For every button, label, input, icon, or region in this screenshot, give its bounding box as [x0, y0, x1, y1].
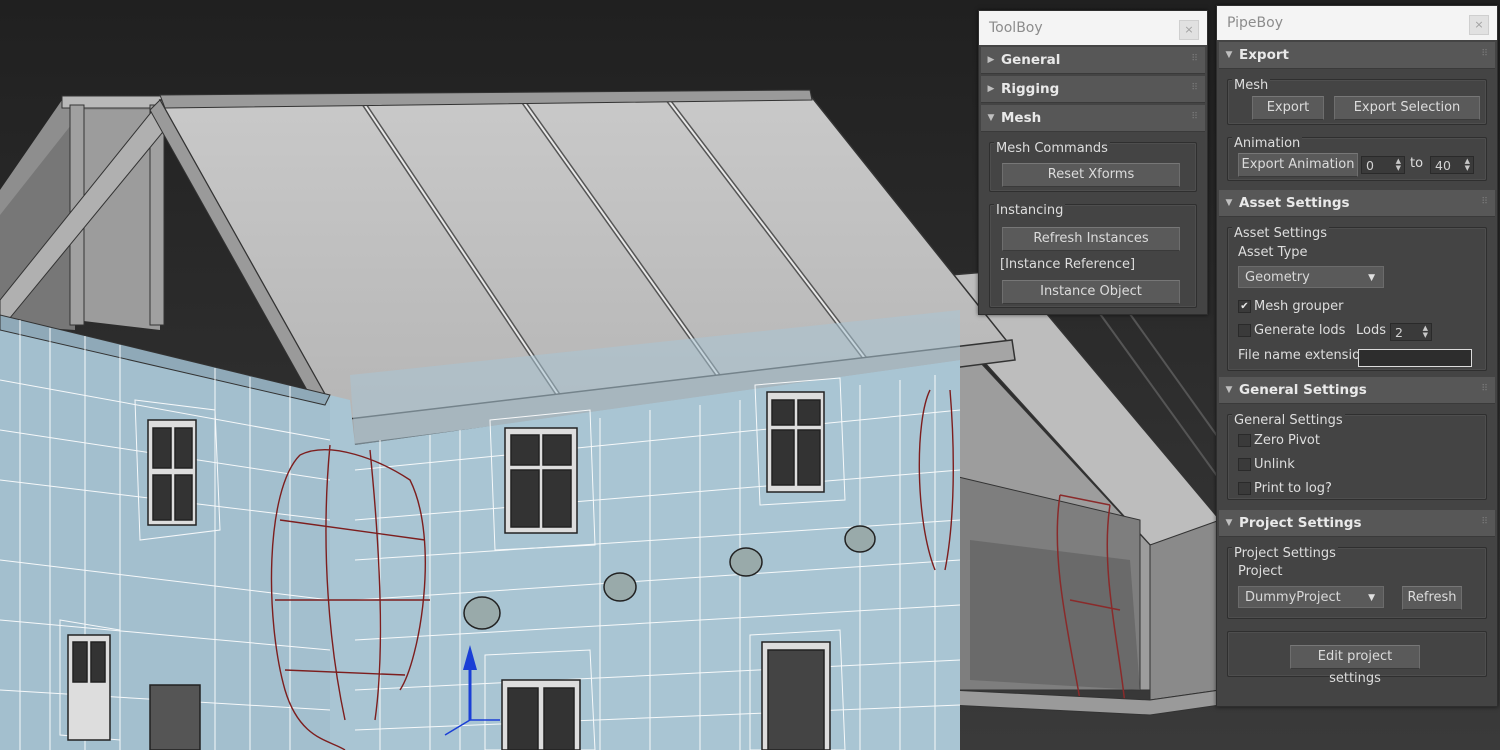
rollout-title: Mesh — [1001, 110, 1042, 126]
grip-icon[interactable]: ⠿ — [1191, 54, 1198, 64]
chevron-down-icon: ▼ — [987, 113, 995, 123]
chevron-down-icon: ▼ — [1225, 50, 1233, 60]
edit-project-group: Edit project settings — [1227, 631, 1487, 686]
toolboy-title: ToolBoy — [989, 20, 1043, 36]
file-ext-input[interactable] — [1358, 349, 1472, 367]
edit-project-settings-button[interactable]: Edit project settings — [1290, 645, 1420, 686]
refresh-project-button[interactable]: Refresh — [1402, 586, 1462, 610]
grip-icon[interactable]: ⠿ — [1481, 517, 1488, 527]
spinner-arrows-icon[interactable]: ▲ ▼ — [1423, 325, 1428, 339]
animation-export-group: Animation Export Animation 0 ▲ ▼ to 40 ▲ ▼ — [1227, 136, 1487, 181]
spinner-arrows-icon[interactable]: ▲ ▼ — [1396, 158, 1401, 172]
rollout-title: Rigging — [1001, 81, 1060, 97]
chevron-right-icon: ▶ — [987, 84, 995, 94]
mesh-commands-group: Mesh Commands Reset Xforms — [989, 141, 1197, 192]
grip-icon[interactable]: ⠿ — [1481, 197, 1488, 207]
chevron-down-icon: ▼ — [1225, 518, 1233, 528]
close-icon[interactable]: × — [1179, 20, 1199, 40]
unlink-label: Unlink — [1254, 457, 1295, 472]
spinner-value: 2 — [1395, 325, 1403, 340]
group-title: Mesh Commands — [994, 141, 1110, 156]
instancing-group: Instancing Refresh Instances [Instance R… — [989, 203, 1197, 308]
dropdown-value: Geometry — [1245, 270, 1310, 285]
toolboy-titlebar[interactable]: ToolBoy × — [979, 11, 1207, 45]
grip-icon[interactable]: ⠿ — [1481, 49, 1488, 59]
group-title: Project Settings — [1232, 546, 1338, 561]
chevron-down-icon: ▼ — [1368, 273, 1375, 283]
project-settings-group: Project Settings Project DummyProject ▼ … — [1227, 546, 1487, 619]
generate-lods-label: Generate lods — [1254, 323, 1346, 338]
group-title: Instancing — [994, 203, 1066, 218]
close-icon[interactable]: × — [1469, 15, 1489, 35]
mesh-grouper-checkbox[interactable]: ✔ — [1238, 300, 1251, 313]
rollout-rigging[interactable]: ▶ Rigging ⠿ — [981, 76, 1205, 103]
rollout-general-settings[interactable]: ▼ General Settings ⠿ — [1219, 377, 1495, 404]
instance-reference-label: [Instance Reference] — [1000, 257, 1136, 272]
group-title: Mesh — [1232, 78, 1271, 93]
rollout-title: General — [1001, 52, 1061, 68]
asset-settings-group: Asset Settings Asset Type Geometry ▼ ✔ M… — [1227, 226, 1487, 371]
lods-spinner[interactable]: 2 ▲ ▼ — [1390, 323, 1432, 341]
asset-type-label: Asset Type — [1238, 245, 1308, 260]
pipeboy-title: PipeBoy — [1227, 15, 1283, 31]
group-title: Asset Settings — [1232, 226, 1329, 241]
pipeboy-panel: PipeBoy × ▼ Export ⠿ Mesh Export Export … — [1216, 5, 1498, 707]
grip-icon[interactable]: ⠿ — [1481, 384, 1488, 394]
generate-lods-checkbox[interactable] — [1238, 324, 1251, 337]
rollout-export[interactable]: ▼ Export ⠿ — [1219, 42, 1495, 69]
rollout-title: Project Settings — [1239, 515, 1362, 531]
file-ext-label: File name extension — [1238, 348, 1369, 363]
toolboy-panel: ToolBoy × ▶ General ⠿ ▶ Rigging ⠿ ▼ Mesh… — [978, 10, 1208, 315]
grip-icon[interactable]: ⠿ — [1191, 112, 1198, 122]
rollout-project-settings[interactable]: ▼ Project Settings ⠿ — [1219, 510, 1495, 537]
lods-label: Lods — [1356, 323, 1386, 338]
spinner-value: 40 — [1435, 158, 1451, 173]
unlink-checkbox[interactable] — [1238, 458, 1251, 471]
zero-pivot-checkbox[interactable] — [1238, 434, 1251, 447]
rollout-mesh[interactable]: ▼ Mesh ⠿ — [981, 105, 1205, 132]
rollout-title: General Settings — [1239, 382, 1367, 398]
asset-type-dropdown[interactable]: Geometry ▼ — [1238, 266, 1384, 288]
mesh-grouper-label: Mesh grouper — [1254, 299, 1344, 314]
rollout-title: Export — [1239, 47, 1289, 63]
zero-pivot-label: Zero Pivot — [1254, 433, 1320, 448]
anim-start-spinner[interactable]: 0 ▲ ▼ — [1361, 156, 1405, 174]
print-log-checkbox[interactable] — [1238, 482, 1251, 495]
chevron-down-icon: ▼ — [1368, 593, 1375, 603]
pipeboy-titlebar[interactable]: PipeBoy × — [1217, 6, 1497, 40]
grip-icon[interactable]: ⠿ — [1191, 83, 1198, 93]
export-animation-button[interactable]: Export Animation — [1238, 153, 1358, 177]
group-title: Animation — [1232, 136, 1303, 151]
to-label: to — [1410, 156, 1424, 171]
chevron-right-icon: ▶ — [987, 55, 995, 65]
print-log-label: Print to log? — [1254, 481, 1332, 496]
dropdown-value: DummyProject — [1245, 590, 1341, 605]
export-button[interactable]: Export — [1252, 96, 1324, 120]
reset-xforms-button[interactable]: Reset Xforms — [1002, 163, 1180, 187]
rollout-asset-settings[interactable]: ▼ Asset Settings ⠿ — [1219, 190, 1495, 217]
refresh-instances-button[interactable]: Refresh Instances — [1002, 227, 1180, 251]
instance-object-button[interactable]: Instance Object — [1002, 280, 1180, 304]
rollout-title: Asset Settings — [1239, 195, 1350, 211]
chevron-down-icon: ▼ — [1225, 198, 1233, 208]
anim-end-spinner[interactable]: 40 ▲ ▼ — [1430, 156, 1474, 174]
spinner-value: 0 — [1366, 158, 1374, 173]
spinner-arrows-icon[interactable]: ▲ ▼ — [1465, 158, 1470, 172]
selected-wall-mesh — [0, 310, 961, 750]
rollout-general[interactable]: ▶ General ⠿ — [981, 47, 1205, 74]
mesh-export-group: Mesh Export Export Selection — [1227, 78, 1487, 125]
general-settings-group: General Settings Zero Pivot Unlink Print… — [1227, 413, 1487, 500]
export-selection-button[interactable]: Export Selection — [1334, 96, 1480, 120]
chevron-down-icon: ▼ — [1225, 385, 1233, 395]
project-label: Project — [1238, 564, 1283, 579]
group-title: General Settings — [1232, 413, 1345, 428]
project-dropdown[interactable]: DummyProject ▼ — [1238, 586, 1384, 608]
